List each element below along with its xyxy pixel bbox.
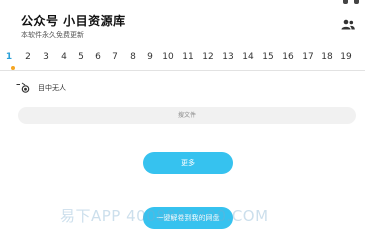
tab-7[interactable]: 7 (107, 52, 123, 62)
eye-icon (16, 82, 30, 93)
status-icon (343, 0, 348, 4)
tab-14[interactable]: 14 (240, 52, 256, 62)
active-tab-indicator (11, 66, 15, 70)
tab-3[interactable]: 3 (38, 52, 54, 62)
tab-9[interactable]: 9 (142, 52, 158, 62)
tab-2[interactable]: 2 (20, 52, 36, 62)
tab-13[interactable]: 13 (220, 52, 236, 62)
tab-16[interactable]: 16 (280, 52, 296, 62)
app-title: 公众号 小目资源库 (21, 14, 126, 28)
tab-5[interactable]: 5 (73, 52, 89, 62)
tab-1[interactable]: 1 (1, 52, 17, 62)
tab-bar: 1 2 3 4 5 6 7 8 9 10 11 12 13 14 15 16 17 18 19 (0, 48, 365, 71)
app-subtitle: 本软件永久免费更新 (21, 31, 84, 39)
save-to-cloud-button[interactable]: 一键解卷到我的网盘 (143, 207, 233, 229)
search-input[interactable]: 搜文件 (18, 107, 356, 124)
list-item[interactable]: 目中无人 (16, 79, 356, 97)
tab-4[interactable]: 4 (56, 52, 72, 62)
people-icon[interactable] (341, 19, 355, 30)
tab-15[interactable]: 15 (260, 52, 276, 62)
tab-19[interactable]: 19 (338, 52, 354, 62)
status-icons (343, 0, 359, 6)
tab-17[interactable]: 17 (300, 52, 316, 62)
tab-8[interactable]: 8 (125, 52, 141, 62)
list-item-label: 目中无人 (38, 84, 66, 92)
tab-18[interactable]: 18 (319, 52, 335, 62)
tab-12[interactable]: 12 (200, 52, 216, 62)
tab-10[interactable]: 10 (160, 52, 176, 62)
tab-11[interactable]: 11 (180, 52, 196, 62)
more-button[interactable]: 更多 (143, 152, 233, 174)
tab-6[interactable]: 6 (90, 52, 106, 62)
status-icon (354, 0, 359, 4)
